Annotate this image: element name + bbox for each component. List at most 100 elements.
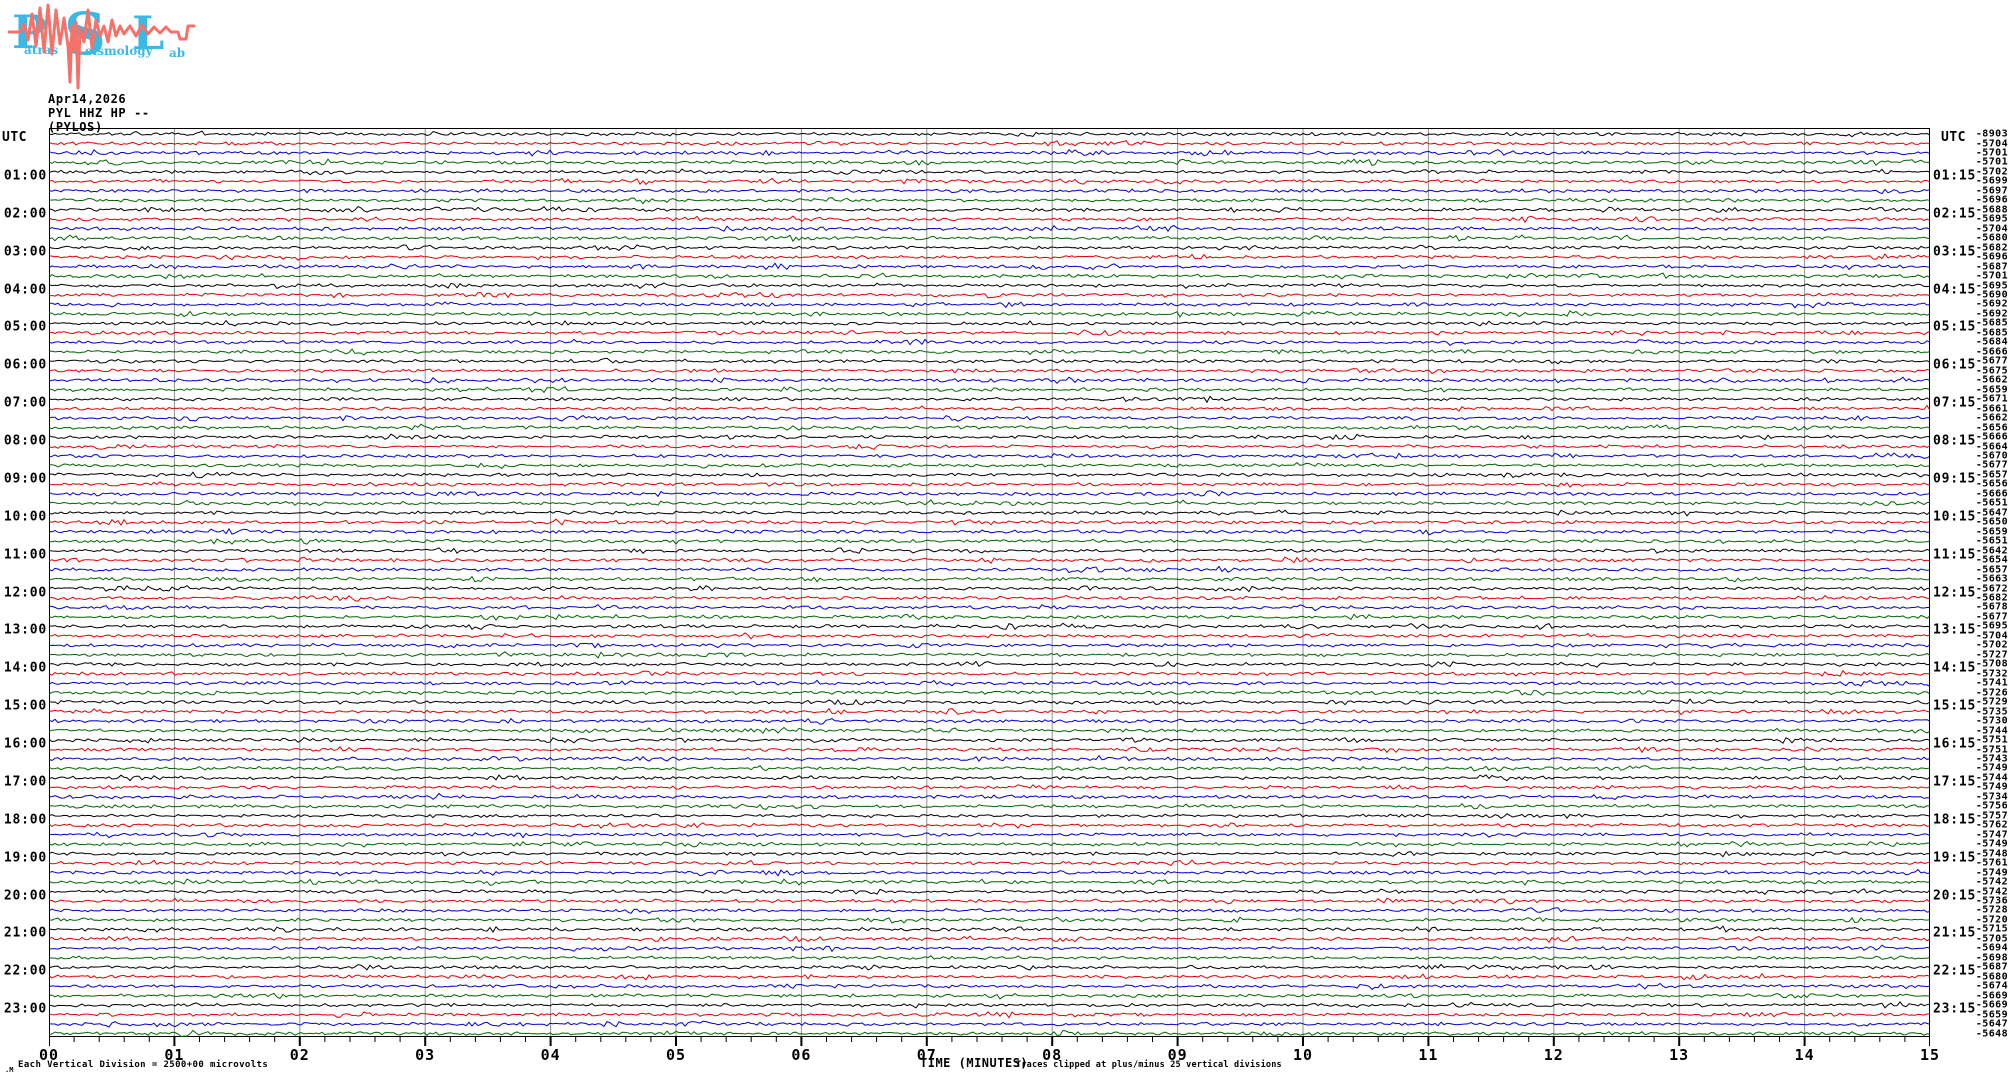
trace-row	[49, 140, 1930, 147]
hour-label-left: 16:00	[3, 736, 47, 752]
psl-logo: P S Latras eismology ab	[8, 2, 204, 94]
logo-word: eismology	[85, 44, 154, 58]
hour-label-left: 11:00	[3, 547, 47, 563]
trace-row	[49, 822, 1930, 829]
helicorder-page: P S Latras eismology ab Apr14,2026 PYL HHZ H…	[0, 0, 2010, 1080]
logo-word: ab	[169, 46, 185, 60]
hour-label-left: 23:00	[3, 1001, 47, 1017]
trace-row	[49, 224, 1930, 232]
hour-label-left: 10:00	[3, 509, 47, 525]
trace-row	[49, 963, 1930, 971]
hour-label-left: 07:00	[3, 395, 47, 411]
psl-logo-graphic: P S Latras eismology ab	[8, 2, 196, 90]
trace-row	[49, 840, 1930, 848]
trace-row	[49, 622, 1930, 631]
trace-row	[49, 972, 1930, 981]
trace-row	[49, 244, 1930, 252]
hour-label-left: 15:00	[3, 698, 47, 714]
trace-row	[49, 955, 1930, 961]
hour-label-left: 17:00	[3, 774, 47, 790]
left-utc-title: UTC	[2, 130, 27, 145]
trace-row	[49, 603, 1930, 612]
trace-row	[49, 357, 1930, 365]
trace-row	[49, 149, 1930, 157]
x-tick-label: 12	[1543, 1046, 1564, 1064]
hour-label-left: 19:00	[3, 850, 47, 866]
trace-row	[49, 509, 1930, 517]
trace-row	[49, 707, 1930, 716]
trace-row	[49, 338, 1930, 347]
trace-row	[49, 802, 1930, 810]
trace-row	[49, 765, 1930, 772]
hour-label-left: 09:00	[3, 471, 47, 487]
hour-label-left: 20:00	[3, 888, 47, 903]
x-tick-label: 11	[1418, 1046, 1439, 1064]
trace-row	[49, 992, 1930, 1000]
trace-row	[49, 282, 1930, 290]
trace-row	[49, 925, 1930, 933]
x-tick-label: 03	[415, 1046, 436, 1064]
trace-row	[49, 319, 1930, 327]
trace-row	[49, 461, 1930, 470]
trace-row	[49, 1029, 1930, 1037]
hour-label-left: 01:00	[3, 168, 47, 184]
hour-label-left: 22:00	[3, 963, 47, 979]
trace-row	[49, 443, 1930, 450]
hour-label-left: 04:00	[3, 282, 47, 297]
trace-row	[49, 784, 1930, 790]
trace-row	[49, 1011, 1930, 1019]
hour-label-left: 06:00	[3, 357, 47, 373]
trace-row	[49, 253, 1930, 261]
x-tick-label: 15	[1919, 1046, 1941, 1064]
trace-row	[49, 518, 1930, 527]
hour-label-left: 14:00	[3, 660, 47, 676]
trace-row	[49, 736, 1930, 744]
trace-row	[49, 177, 1930, 186]
trace-row	[49, 632, 1930, 640]
hour-label-left: 08:00	[3, 433, 47, 449]
hour-label-left: 13:00	[3, 622, 47, 638]
hour-label-left: 05:00	[3, 319, 47, 335]
trace-row	[49, 205, 1930, 214]
hour-label-left: 18:00	[3, 812, 47, 828]
trace-row	[49, 414, 1930, 422]
date-label: Apr14,2026	[48, 92, 127, 106]
trace-row	[49, 850, 1930, 858]
clip-note: Traces clipped at plus/minus 25 vertical…	[1016, 1060, 1282, 1070]
trace-row	[49, 669, 1930, 677]
trace-row	[49, 499, 1930, 507]
trace-row	[49, 538, 1930, 545]
x-tick-label: 06	[791, 1046, 812, 1064]
trace-row	[49, 215, 1930, 224]
x-tick-label: 14	[1794, 1046, 1815, 1064]
corner-mark: .M	[5, 1066, 14, 1074]
trace-row	[49, 452, 1930, 460]
trace-row	[49, 395, 1930, 404]
trace-row	[49, 585, 1930, 593]
hour-label-left: 02:00	[3, 206, 47, 222]
trace-row	[49, 234, 1930, 243]
trace-row	[49, 168, 1930, 176]
trace-row	[49, 433, 1930, 441]
trace-row	[49, 130, 1930, 138]
trace-row	[49, 1001, 1930, 1009]
hour-label-left: 12:00	[3, 585, 47, 600]
helicorder-plot	[49, 128, 1930, 1046]
x-axis-title: TIME (MINUTES)	[920, 1056, 1029, 1070]
x-tick-label: 05	[665, 1046, 687, 1064]
trace-row	[49, 651, 1930, 659]
trace-row	[49, 916, 1930, 924]
trace-row	[49, 831, 1930, 839]
trace-row	[49, 376, 1930, 385]
trace-row	[49, 774, 1930, 782]
station-channel-label: PYL HHZ HP --	[48, 106, 150, 120]
trace-row	[49, 813, 1930, 819]
x-tick-label: 04	[540, 1046, 561, 1064]
trace-row	[49, 613, 1930, 621]
trace-row	[49, 792, 1930, 801]
trace-row	[49, 888, 1930, 895]
trace-row	[49, 329, 1930, 337]
trace-row	[49, 309, 1930, 318]
trace-row	[49, 594, 1930, 602]
trace-row	[49, 859, 1930, 867]
